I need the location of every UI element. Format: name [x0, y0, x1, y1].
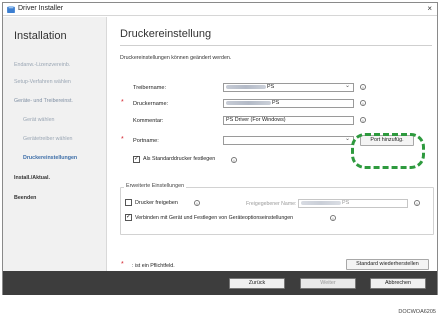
redacted-text	[226, 84, 266, 89]
sidebar-item-install: Install./Aktual.	[14, 175, 50, 181]
document-code: DOCWOA6205	[398, 309, 436, 315]
driver-name-value: PS	[267, 84, 275, 90]
info-icon[interactable]: i	[414, 200, 420, 206]
connect-device-label: Verbinden mit Gerät und Festlegen von Ge…	[135, 215, 294, 221]
cancel-button[interactable]: Abbrechen	[370, 278, 426, 289]
sidebar-item-select-driver: Gerätetreiber wählen	[23, 136, 73, 142]
window-title: Driver Installer	[18, 5, 64, 12]
sidebar-item-device-driver-settings: Geräte- und Treibereinst.	[14, 98, 73, 104]
info-icon[interactable]: i	[360, 100, 366, 106]
advanced-settings-group	[120, 187, 434, 235]
default-printer-checkbox[interactable]: ✓	[133, 156, 140, 163]
shared-name-label: Freigegebener Name:	[246, 201, 297, 207]
sidebar-title: Installation	[14, 30, 67, 42]
port-name-select[interactable]	[223, 136, 354, 145]
info-icon[interactable]: i	[360, 117, 366, 123]
driver-name-select[interactable]: PS	[223, 83, 354, 92]
printer-name-value: PS	[272, 100, 280, 106]
info-icon[interactable]: i	[194, 200, 200, 206]
restore-defaults-button[interactable]: Standard wiederherstellen	[346, 259, 429, 270]
app-icon	[7, 6, 15, 13]
required-field-note: : ist ein Pflichtfeld.	[132, 263, 175, 269]
required-marker: *	[121, 99, 124, 106]
connect-device-checkbox[interactable]: ✓	[125, 214, 132, 221]
driver-name-label: Treibername:	[133, 85, 167, 91]
chevron-down-icon: ⌄	[345, 83, 351, 89]
footer-bar: Zurück Weiter Abbrechen	[3, 271, 437, 295]
next-button[interactable]: Weiter	[300, 278, 356, 289]
chevron-down-icon: ⌄	[345, 136, 351, 142]
printer-name-input[interactable]: PS	[223, 99, 354, 108]
sidebar-item-select-device: Gerät wählen	[23, 117, 55, 123]
comment-label: Kommentar:	[133, 118, 164, 124]
callout-highlight	[351, 133, 425, 169]
installer-window: Driver Installer × Installation Endanw.-…	[2, 2, 438, 295]
sidebar-item-printer-settings: Druckereinstellungen	[23, 155, 78, 161]
info-icon[interactable]: i	[360, 84, 366, 90]
printer-name-label: Druckername:	[133, 101, 169, 107]
shared-name-value: PS	[342, 200, 350, 206]
back-button[interactable]: Zurück	[229, 278, 285, 289]
required-marker: *	[121, 261, 124, 268]
port-name-label: Portname:	[133, 138, 159, 144]
close-icon[interactable]: ×	[427, 4, 432, 13]
page-description: Druckereinstellungen können geändert wer…	[120, 55, 232, 61]
default-printer-label: Als Standarddrucker festlegen	[143, 156, 216, 162]
sidebar-item-setup-method: Setup-Verfahren wählen	[14, 79, 71, 85]
redacted-text	[226, 100, 271, 105]
share-printer-checkbox[interactable]	[125, 199, 132, 206]
page-title: Druckereinstellung	[120, 28, 212, 40]
info-icon[interactable]: i	[330, 215, 336, 221]
required-marker: *	[121, 136, 124, 143]
info-icon[interactable]: i	[231, 157, 237, 163]
title-divider	[120, 45, 432, 46]
sidebar: Installation Endanw.-Lizenzvereinb. Setu…	[3, 17, 107, 271]
sidebar-item-license: Endanw.-Lizenzvereinb.	[14, 62, 71, 68]
title-bar: Driver Installer ×	[3, 3, 437, 16]
sidebar-item-finish: Beenden	[14, 195, 37, 201]
advanced-settings-title: Erweiterte Einstellungen	[124, 183, 187, 189]
comment-input[interactable]: PS Driver (For Windows)	[223, 116, 354, 125]
share-printer-label: Drucker freigeben	[135, 200, 178, 206]
redacted-text	[301, 200, 341, 205]
shared-name-input[interactable]: PS	[298, 199, 408, 208]
main-panel: Druckereinstellung Druckereinstellungen …	[108, 17, 437, 271]
